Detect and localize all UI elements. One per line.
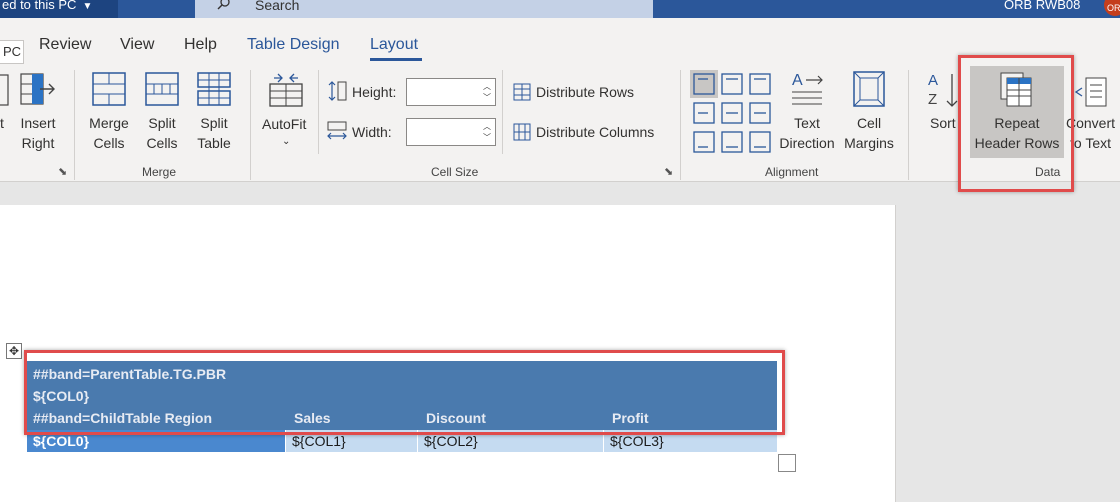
rows-columns-launcher-icon[interactable]: ⬊ — [58, 165, 67, 178]
search-placeholder: Search — [255, 0, 300, 13]
distribute-rows-button[interactable]: Distribute Rows — [536, 84, 634, 100]
title-bar: ed to this PC ▼ Search ORB RWB08 OR — [0, 0, 1120, 18]
insert-right-button[interactable]: Insert Right — [16, 113, 60, 153]
alignment-group-label: Alignment — [765, 165, 819, 179]
tab-layout[interactable]: Layout — [370, 36, 418, 54]
cell-margins-line1: Cell — [856, 115, 882, 131]
distribute-columns-button[interactable]: Distribute Columns — [536, 124, 654, 140]
tab-review[interactable]: Review — [39, 36, 91, 54]
divider — [318, 70, 319, 154]
text-direction-line2: Direction — [779, 135, 835, 151]
tab-table-design[interactable]: Table Design — [247, 36, 340, 54]
spin-up-icon[interactable]: ︿ — [483, 81, 491, 92]
search-icon — [217, 0, 230, 10]
merge-cells-line1: Merge — [89, 115, 129, 131]
merge-cells-line2: Cells — [93, 135, 125, 151]
sort-button[interactable]: Sort — [930, 113, 956, 133]
cell-margins-line2: Margins — [844, 135, 894, 151]
svg-text:A: A — [928, 72, 938, 89]
text-direction-line1: Text — [794, 115, 820, 131]
ribbon: t Insert Right ⬊ Merge Cells Split Cells… — [0, 64, 1120, 182]
insert-right-line2: Right — [21, 135, 55, 151]
cell-size-group-label: Cell Size — [431, 165, 479, 179]
insert-left-label[interactable]: t — [0, 113, 4, 133]
tab-help[interactable]: Help — [184, 36, 217, 54]
chevron-down-icon: ▼ — [82, 1, 93, 12]
tab-view[interactable]: View — [120, 36, 154, 54]
save-status-button[interactable]: ed to this PC ▼ — [0, 0, 118, 18]
width-input[interactable]: ︿ ﹀ — [406, 118, 496, 146]
split-table-icon — [197, 72, 231, 106]
text-direction-icon: A — [792, 72, 823, 105]
split-cells-line1: Split — [148, 115, 176, 131]
autofit-icon — [269, 73, 303, 107]
insert-right-line1: Insert — [20, 115, 56, 131]
spin-down-icon[interactable]: ﹀ — [483, 132, 491, 143]
cell-margins-button[interactable]: Cell Margins — [838, 113, 900, 153]
convert-line2: to Text — [1070, 135, 1111, 151]
height-label: Height: — [352, 84, 397, 100]
search-box[interactable]: Search — [195, 0, 653, 18]
split-table-button[interactable]: Split Table — [189, 113, 239, 153]
autofit-dropdown-icon[interactable]: ⌄ — [282, 132, 290, 152]
sort-icon: A Z — [928, 72, 958, 108]
merge-cells-button[interactable]: Merge Cells — [84, 113, 134, 153]
header-rows-highlight-box — [24, 350, 785, 435]
tab-partial[interactable]: PC — [0, 40, 24, 64]
divider — [250, 70, 251, 180]
split-cells-icon — [145, 72, 179, 106]
split-cells-line2: Cells — [146, 135, 178, 151]
divider — [74, 70, 75, 180]
width-label: Width: — [352, 124, 392, 140]
split-cells-button[interactable]: Split Cells — [137, 113, 187, 153]
spin-up-icon[interactable]: ︿ — [483, 121, 491, 132]
svg-text:Z: Z — [928, 91, 937, 108]
divider — [908, 70, 909, 180]
split-table-line2: Table — [197, 135, 231, 151]
distribute-columns-icon — [513, 123, 531, 141]
divider — [502, 70, 503, 154]
merge-group-label: Merge — [142, 165, 177, 179]
column-width-icon — [327, 121, 347, 140]
split-table-line1: Split — [200, 115, 228, 131]
avatar[interactable]: OR — [1104, 0, 1120, 16]
height-input[interactable]: ︿ ﹀ — [406, 78, 496, 106]
divider — [680, 70, 681, 180]
merge-cells-icon — [92, 72, 126, 106]
convert-to-text-button[interactable]: Convert to Text — [1066, 113, 1120, 153]
alignment-grid-icon — [690, 70, 771, 153]
cell-size-launcher-icon[interactable]: ⬊ — [664, 165, 673, 178]
spin-down-icon[interactable]: ﹀ — [483, 92, 491, 103]
autofit-button[interactable]: AutoFit — [262, 114, 306, 134]
active-tab-indicator — [370, 58, 422, 61]
insert-right-icon — [20, 73, 55, 105]
insert-left-icon — [0, 74, 9, 106]
cell-margins-icon — [853, 71, 885, 107]
account-name[interactable]: ORB RWB08 — [1004, 0, 1080, 11]
text-direction-button[interactable]: Text Direction — [775, 113, 839, 153]
repeat-header-highlight-box — [958, 55, 1074, 192]
distribute-rows-icon — [513, 83, 531, 101]
move-table-icon[interactable]: ✥ — [6, 343, 22, 359]
convert-line1: Convert — [1066, 115, 1116, 131]
save-status-text: ed to this PC — [2, 0, 77, 12]
svg-text:A: A — [792, 72, 803, 89]
convert-to-text-icon — [1074, 77, 1107, 107]
resize-table-handle[interactable] — [778, 454, 796, 472]
ribbon-tabs: PC Review View Help Table Design Layout — [0, 18, 1120, 64]
row-height-icon — [328, 81, 347, 101]
